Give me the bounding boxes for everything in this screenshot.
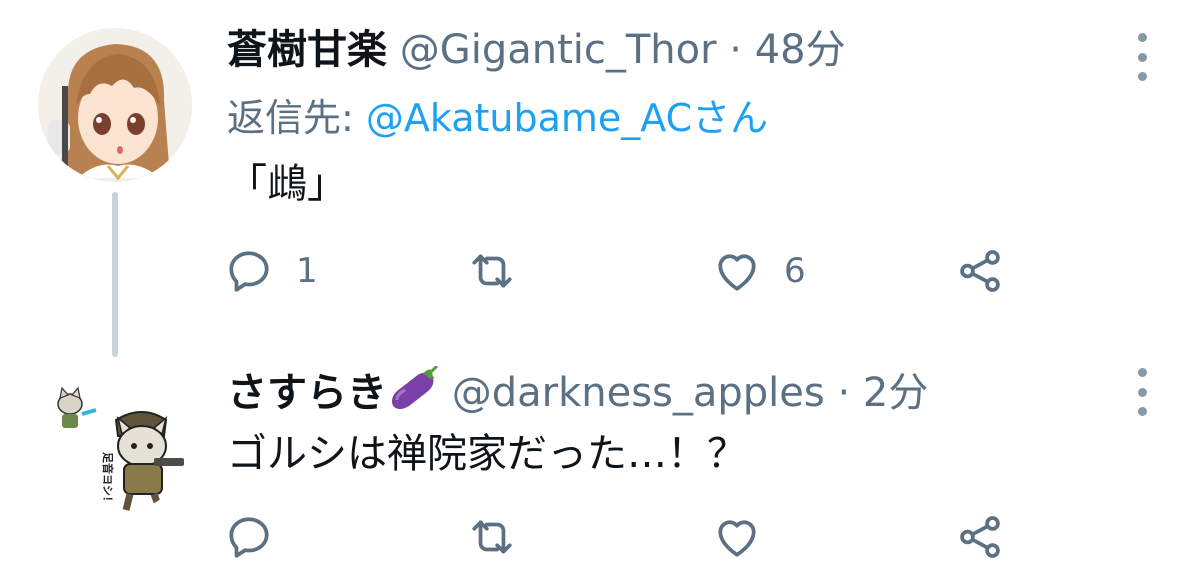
timestamp[interactable]: 48分 — [755, 27, 846, 73]
more-options-button[interactable] — [1128, 368, 1156, 416]
more-dot-icon — [1137, 72, 1147, 81]
display-name[interactable]: さすらき — [227, 370, 387, 416]
share-button[interactable] — [955, 246, 1005, 296]
share-button[interactable] — [955, 512, 1005, 562]
cat-soldier-avatar-image: 足音ヨシ！ — [38, 360, 192, 514]
like-button[interactable]: 6 — [712, 246, 806, 296]
heart-icon — [718, 254, 756, 291]
reply-button[interactable]: 1 — [224, 246, 318, 296]
tweet-header: 蒼樹甘楽 @Gigantic_Thor · 48分 — [227, 26, 846, 74]
tweet-2[interactable]: 足音ヨシ！ さすらき @darkness_apples · 2分 ゴルシは禅院家… — [0, 330, 1200, 586]
reply-mention-link[interactable]: @Akatubame_ACさん — [366, 96, 768, 140]
avatar-caption: 足音ヨシ！ — [101, 452, 115, 507]
reply-count: 1 — [296, 251, 318, 291]
reply-prefix: 返信先: — [227, 96, 366, 140]
reply-icon — [229, 517, 269, 558]
reply-button[interactable] — [224, 512, 296, 562]
retweet-button[interactable] — [467, 246, 539, 296]
more-dot-icon — [1137, 52, 1147, 62]
user-handle[interactable]: @darkness_apples — [452, 370, 825, 416]
more-dot-icon — [1137, 407, 1147, 416]
retweet-button[interactable] — [467, 512, 539, 562]
user-handle[interactable]: @Gigantic_Thor — [400, 27, 717, 73]
display-name[interactable]: 蒼樹甘楽 — [227, 27, 387, 73]
more-dot-icon — [1137, 368, 1147, 377]
share-icon — [960, 250, 1000, 292]
avatar[interactable] — [38, 28, 192, 182]
separator-dot: · — [729, 27, 743, 73]
more-dot-icon — [1137, 33, 1147, 42]
eggplant-emoji-icon — [392, 366, 439, 409]
tweet-1[interactable]: 蒼樹甘楽 @Gigantic_Thor · 48分 返信先: @Akatubam… — [0, 0, 1200, 357]
like-count: 6 — [784, 251, 806, 291]
tweet-header: さすらき @darkness_apples · 2分 — [227, 366, 928, 417]
tweet-text: 「䳄」 — [227, 161, 347, 207]
reply-icon — [229, 251, 269, 292]
more-options-button[interactable] — [1128, 33, 1156, 81]
reply-to-line: 返信先: @Akatubame_ACさん — [227, 95, 768, 141]
separator-dot: · — [837, 370, 851, 416]
retweet-icon — [472, 520, 512, 554]
anime-girl-avatar-image — [38, 28, 192, 182]
more-dot-icon — [1137, 387, 1147, 397]
share-icon — [960, 516, 1000, 558]
like-button[interactable] — [712, 512, 784, 562]
avatar[interactable]: 足音ヨシ！ — [38, 360, 192, 514]
heart-icon — [718, 520, 756, 557]
retweet-icon — [472, 254, 512, 288]
tweet-text: ゴルシは禅院家だった…！？ — [227, 431, 747, 477]
timestamp[interactable]: 2分 — [863, 370, 928, 416]
